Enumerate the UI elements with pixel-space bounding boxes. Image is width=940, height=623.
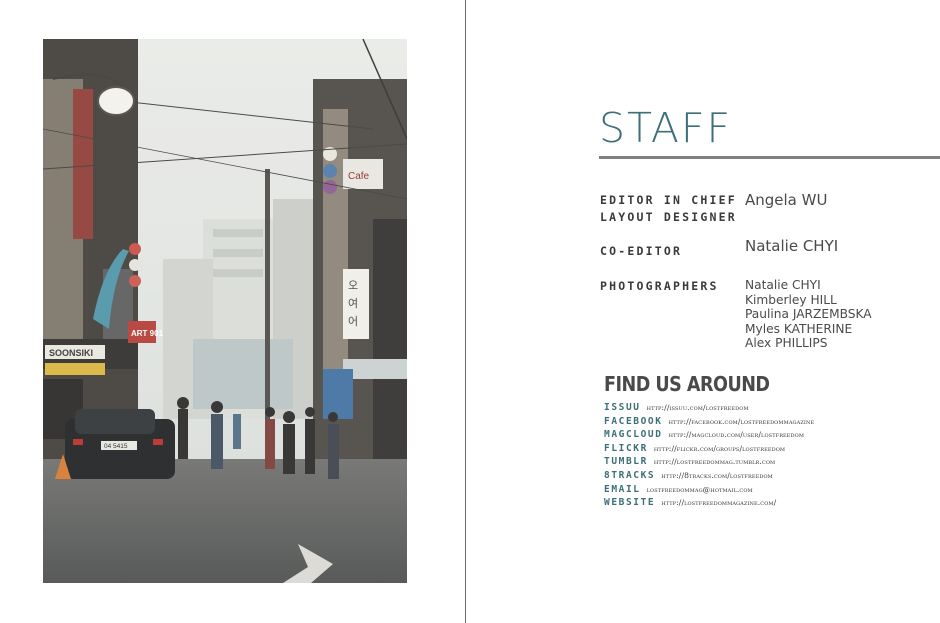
link-row-flickr: FLICKR http://flickr.com/groups/lostfree…: [604, 443, 814, 457]
link-label: WEBSITE: [604, 497, 656, 509]
link-label: ISSUU: [604, 402, 641, 413]
link-row-website: WEBSITE http://lostfreedommagazine.com/: [604, 497, 814, 511]
link-row-facebook: FACEBOOK http://facebook.com/lostfreedom…: [604, 416, 814, 430]
link-url: http://flickr.com/groups/lostfreedom: [653, 443, 786, 453]
link-row-magcloud: MAGCLOUD http://magcloud.com/user/lostfr…: [604, 429, 814, 443]
name-natalie-chyi: Natalie CHYI: [745, 237, 839, 255]
link-label: FLICKR: [604, 442, 648, 454]
link-url: http://lostfreedommagazine.com/: [661, 498, 777, 508]
staff-role-editor: EDITOR IN CHIEF LAYOUT DESIGNER: [600, 192, 737, 226]
link-label: 8TRACKS: [604, 469, 656, 481]
find-us-title: FIND US AROUND: [604, 372, 770, 396]
link-row-issuu: ISSUU http://issuu.com/lostfreedom: [604, 402, 814, 416]
link-row-tumblr: TUMBLR http://lostfreedommag.tumblr.com: [604, 456, 814, 470]
link-label: TUMBLR: [604, 456, 648, 468]
title-rule: [599, 156, 940, 159]
link-row-email: EMAIL lostfreedommag@hotmail.com: [604, 484, 814, 498]
link-url: http://facebook.com/lostfreedommagazine: [668, 416, 815, 426]
staff-title: STAFF: [599, 104, 733, 152]
name-angela-wu: Angela WU: [745, 191, 828, 209]
photographer-name: Natalie CHYI: [745, 278, 821, 292]
link-label: MAGCLOUD: [604, 429, 663, 441]
staff-name-editor: Angela WU: [745, 193, 827, 208]
role-co-editor: CO-EDITOR: [600, 244, 683, 258]
link-row-8tracks: 8TRACKS http://8tracks.com/lostfreedom: [604, 470, 814, 484]
photographer-names: Natalie CHYI Kimberley HILL Paulina JARZ…: [745, 278, 872, 351]
link-url: lostfreedommag@hotmail.com: [646, 484, 753, 494]
link-label: EMAIL: [604, 483, 641, 495]
photographer-name: Kimberley HILL: [745, 292, 837, 307]
photographer-name: Alex PHILLIPS: [745, 336, 828, 351]
photographer-name: Paulina JARZEMBSKA: [745, 307, 872, 322]
link-label: FACEBOOK: [604, 415, 663, 427]
staff-name-coeditor: Natalie CHYI: [745, 239, 838, 254]
left-page: SOONSIKI ART 901 Cafe 오 여 어 04 5415: [0, 0, 465, 623]
role-layout-designer: LAYOUT DESIGNER: [600, 210, 737, 224]
link-url: http://8tracks.com/lostfreedom: [661, 470, 773, 480]
link-url: http://issuu.com/lostfreedom: [646, 403, 749, 412]
staff-role-photographers: PHOTOGRAPHERS: [600, 278, 719, 295]
role-photographers: PHOTOGRAPHERS: [600, 279, 719, 293]
photographer-name: Myles KATHERINE: [745, 321, 853, 336]
role-editor-in-chief: EDITOR IN CHIEF: [600, 193, 737, 207]
link-url: http://lostfreedommag.tumblr.com: [653, 457, 776, 467]
link-url: http://magcloud.com/user/lostfreedom: [668, 430, 805, 440]
find-us-links: ISSUU http://issuu.com/lostfreedom FACEB…: [604, 402, 814, 511]
staff-role-coeditor: CO-EDITOR: [600, 243, 682, 260]
street-photo: SOONSIKI ART 901 Cafe 오 여 어 04 5415: [43, 39, 407, 583]
